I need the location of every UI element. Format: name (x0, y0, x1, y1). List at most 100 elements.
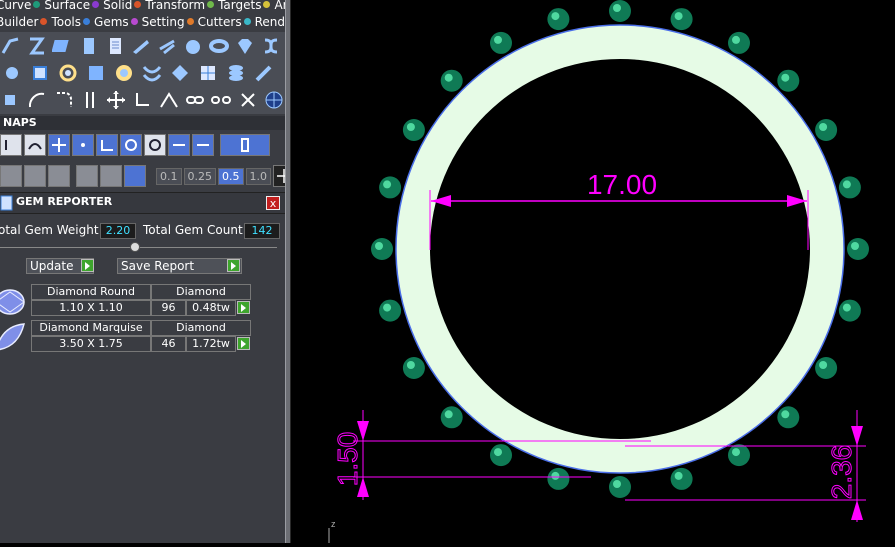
gem-prong[interactable] (379, 176, 402, 199)
grid-value-3[interactable]: 1.0 (245, 167, 271, 185)
gem-prong[interactable] (728, 444, 750, 467)
menu-item-curve[interactable]: Curve (0, 0, 41, 12)
surface-plane-icon[interactable] (52, 34, 74, 58)
snap-grid-button[interactable] (0, 134, 22, 156)
gem-diamond-icon[interactable] (234, 34, 256, 58)
curve-tool-icon[interactable] (0, 34, 22, 58)
pave-tool-icon[interactable] (84, 61, 108, 85)
view-pen-button[interactable] (48, 165, 70, 187)
menu-item-targets[interactable]: Targets (218, 0, 271, 12)
snap-ortho-button[interactable] (220, 134, 270, 156)
gem-prong[interactable] (547, 467, 570, 490)
voronoi-tool-icon[interactable] (168, 61, 192, 85)
save-report-button[interactable]: Save Report (117, 258, 242, 274)
zigzag-tool-icon[interactable] (26, 34, 48, 58)
gem-select-icon[interactable] (237, 301, 250, 314)
menu-item-builder[interactable]: Builder (0, 15, 48, 29)
gem-prong[interactable] (490, 444, 512, 467)
box-tool-icon[interactable] (0, 88, 22, 112)
menu-item-render[interactable]: Render (255, 15, 285, 29)
globe-tool-icon[interactable] (263, 88, 285, 112)
menu-label: Transform (145, 0, 206, 12)
snap-center-button[interactable] (120, 134, 142, 156)
ring-tool-icon[interactable] (208, 34, 230, 58)
link-tool-icon[interactable] (184, 88, 206, 112)
snap-circle-button[interactable] (144, 134, 166, 156)
gem-prong[interactable] (815, 357, 838, 379)
mesh-tool-icon[interactable] (196, 61, 220, 85)
gem-prong[interactable] (838, 176, 861, 199)
menu-item-cutters[interactable]: Cutters (198, 15, 251, 29)
split-tool-icon[interactable] (79, 88, 101, 112)
mirror-tool-icon[interactable] (158, 88, 180, 112)
menu-item-transform[interactable]: Transform (145, 0, 215, 12)
page-tool-icon[interactable] (104, 34, 126, 58)
view-cube-button[interactable] (24, 165, 46, 187)
gem-prong[interactable] (609, 0, 631, 22)
gem-prong[interactable] (777, 69, 800, 92)
gem-prong[interactable] (371, 238, 393, 260)
rotate-tool-icon[interactable] (131, 88, 153, 112)
gem-prong[interactable] (609, 476, 631, 498)
cut-tool-icon[interactable] (236, 88, 258, 112)
menu-item-gems[interactable]: Gems (94, 15, 138, 29)
gem-prong[interactable] (815, 119, 838, 141)
gem-prong[interactable] (402, 357, 425, 379)
snap-end-button[interactable] (96, 134, 118, 156)
gem-prong[interactable] (838, 299, 861, 322)
revolve-tool-icon[interactable] (156, 34, 178, 58)
gem-prong[interactable] (490, 31, 512, 54)
gem-prong[interactable] (847, 238, 869, 260)
gem-prong[interactable] (402, 119, 425, 141)
menu-item-art[interactable]: Art (274, 0, 285, 12)
gem-prong[interactable] (728, 31, 750, 54)
surface-tool-icon[interactable] (78, 34, 100, 58)
unlink-tool-icon[interactable] (210, 88, 232, 112)
stack-tool-icon[interactable] (224, 61, 248, 85)
gem-prong[interactable] (547, 8, 570, 31)
menu-item-surface[interactable]: Surface (44, 0, 100, 12)
gem-prong[interactable] (440, 406, 463, 429)
pave-pattern-icon[interactable] (112, 61, 136, 85)
menu-item-setting[interactable]: Setting (142, 15, 194, 29)
view-snap-button[interactable] (124, 165, 146, 187)
grid-value-0[interactable]: 0.1 (156, 167, 182, 185)
square-gem-icon[interactable] (28, 61, 52, 85)
move-tool-icon[interactable] (105, 88, 127, 112)
gem-prong[interactable] (670, 467, 693, 490)
view-grid-button[interactable] (76, 165, 98, 187)
grid-value-1[interactable]: 0.25 (183, 167, 216, 185)
grid-value-2[interactable]: 0.5 (218, 167, 244, 185)
gem-prong[interactable] (670, 8, 693, 31)
knot-tool-icon[interactable] (260, 34, 282, 58)
splitter-handle[interactable] (130, 242, 140, 252)
gem-prong[interactable] (379, 299, 402, 322)
menu-item-tools[interactable]: Tools (51, 15, 91, 29)
halo-tool-icon[interactable] (56, 61, 80, 85)
3d-viewport[interactable]: 17.00 1.50 2.36 z (291, 0, 895, 543)
arc-tool-icon[interactable] (26, 88, 48, 112)
menu-item-solid[interactable]: Solid (103, 0, 142, 12)
brush-tool-icon[interactable] (252, 61, 276, 85)
sphere-tool-icon[interactable] (182, 34, 204, 58)
gem-prong[interactable] (440, 69, 463, 92)
shape-tool-icon[interactable] (0, 61, 24, 85)
extrude-tool-icon[interactable] (130, 34, 152, 58)
gem-select-icon[interactable] (237, 337, 250, 350)
viewport-canvas[interactable]: 17.00 1.50 2.36 z (291, 0, 895, 543)
save-report-go-icon[interactable] (227, 259, 240, 272)
snap-point-button[interactable] (72, 134, 94, 156)
fillet-tool-icon[interactable] (53, 88, 75, 112)
close-button[interactable]: x (266, 196, 280, 210)
snap-intersection-button[interactable] (48, 134, 70, 156)
view-box-button[interactable] (0, 165, 22, 187)
update-go-icon[interactable] (81, 259, 94, 272)
view-plane-button[interactable] (100, 165, 122, 187)
snap-line-button[interactable] (168, 134, 190, 156)
menu-dot-icon (243, 18, 251, 25)
texture-tool-icon[interactable] (140, 61, 164, 85)
snap-curve-button[interactable] (24, 134, 46, 156)
crosshair-button[interactable] (273, 165, 285, 187)
gem-prong[interactable] (777, 406, 800, 429)
snap-tangent-button[interactable] (192, 134, 214, 156)
